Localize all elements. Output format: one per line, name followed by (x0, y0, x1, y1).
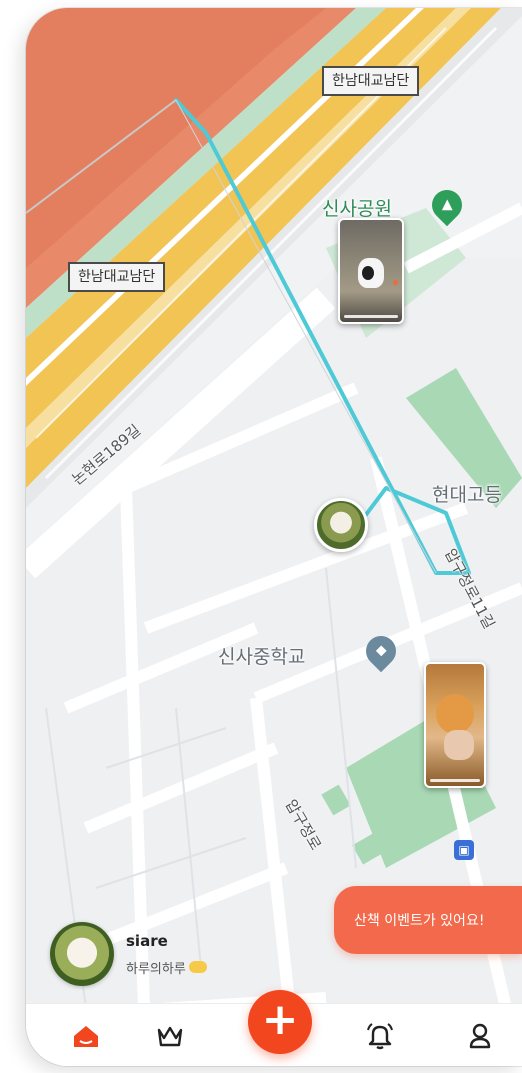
nav-profile[interactable] (460, 1018, 500, 1054)
bell-icon (367, 1023, 393, 1050)
bus-icon[interactable]: ▣ (454, 840, 474, 860)
school-label[interactable]: 신사중학교 (218, 642, 305, 669)
dog-avatar-marker[interactable] (314, 498, 368, 552)
crown-icon (157, 1026, 183, 1047)
add-walk-button[interactable]: + (248, 990, 312, 1054)
nav-ranking[interactable] (150, 1018, 190, 1054)
smile-emoji-icon (188, 961, 207, 973)
nav-notifications[interactable] (360, 1018, 400, 1054)
avatar[interactable] (50, 922, 114, 986)
user-status: 하루의하루 (126, 958, 207, 977)
user-status-text: 하루의하루 (126, 961, 186, 977)
walk-photo-thumbnail[interactable] (424, 662, 486, 788)
walk-photo-thumbnail[interactable] (338, 218, 404, 324)
bridge-label-top: 한남대교남단 (322, 66, 420, 96)
hyundai-label[interactable]: 현대고등 (432, 480, 502, 507)
user-info: siare 하루의하루 (126, 932, 207, 977)
home-icon (74, 1026, 98, 1047)
person-icon (469, 1023, 491, 1049)
phone-frame: 한남대교남단 한남대교남단 신사공원 ▲ 현대고등 신사중학교 ◆ 논현로189… (26, 8, 522, 1066)
user-name: siare (126, 931, 168, 950)
user-card[interactable]: siare 하루의하루 (50, 922, 207, 986)
walk-event-banner[interactable]: 산책 이벤트가 있어요! (334, 886, 522, 954)
map-view[interactable]: 한남대교남단 한남대교남단 신사공원 ▲ 현대고등 신사중학교 ◆ 논현로189… (26, 8, 522, 1066)
nav-home[interactable] (66, 1018, 106, 1054)
park-label[interactable]: 신사공원 (322, 194, 392, 221)
bridge-label-left: 한남대교남단 (68, 262, 166, 292)
